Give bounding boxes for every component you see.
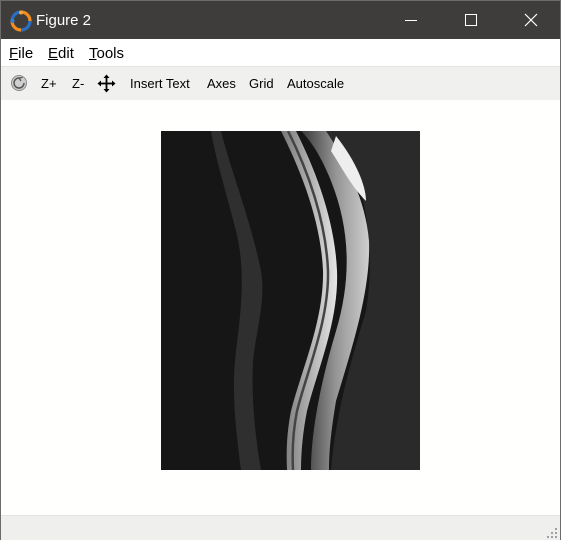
menu-file-label: ile (18, 45, 34, 62)
rotate-icon (11, 75, 27, 91)
maximize-icon (465, 14, 477, 26)
grid-button[interactable]: Grid (249, 76, 274, 91)
maximize-button[interactable] (448, 1, 494, 39)
rotate-button[interactable] (10, 74, 28, 92)
menu-tools-accel: T (89, 45, 97, 62)
menu-edit[interactable]: Edit (48, 45, 74, 62)
zoom-out-button[interactable]: Z- (72, 76, 84, 91)
zoom-in-button[interactable]: Z+ (41, 76, 57, 91)
pan-button[interactable] (97, 74, 116, 93)
menu-file[interactable]: File (9, 45, 33, 62)
menu-edit-label: dit (58, 45, 74, 62)
minimize-icon (405, 20, 417, 21)
minimize-button[interactable] (388, 1, 434, 39)
axes-button[interactable]: Axes (207, 76, 236, 91)
window-title: Figure 2 (36, 12, 92, 29)
close-button[interactable] (508, 1, 554, 39)
autoscale-button[interactable]: Autoscale (287, 76, 344, 91)
status-bar (1, 515, 560, 540)
menu-bar: File Edit Tools (1, 39, 560, 66)
figure-window: Figure 2 File Edit Tools Z+ Z- Insert Te… (0, 0, 561, 540)
figure-canvas[interactable] (1, 100, 560, 515)
menu-tools[interactable]: Tools (89, 45, 124, 62)
pan-move-icon (97, 74, 116, 93)
menu-file-accel: F (9, 45, 19, 62)
title-bar[interactable]: Figure 2 (1, 1, 560, 39)
octave-logo-icon (10, 10, 32, 32)
menu-edit-accel: E (48, 45, 59, 62)
close-icon (524, 13, 538, 27)
insert-text-button[interactable]: Insert Text (130, 76, 190, 91)
resize-grip-icon[interactable] (546, 526, 558, 538)
spine-mri-graphic (161, 131, 420, 470)
mri-image[interactable] (161, 131, 420, 470)
menu-tools-label: ools (96, 45, 125, 62)
figure-toolbar: Z+ Z- Insert Text Axes Grid Autoscale (1, 66, 560, 101)
